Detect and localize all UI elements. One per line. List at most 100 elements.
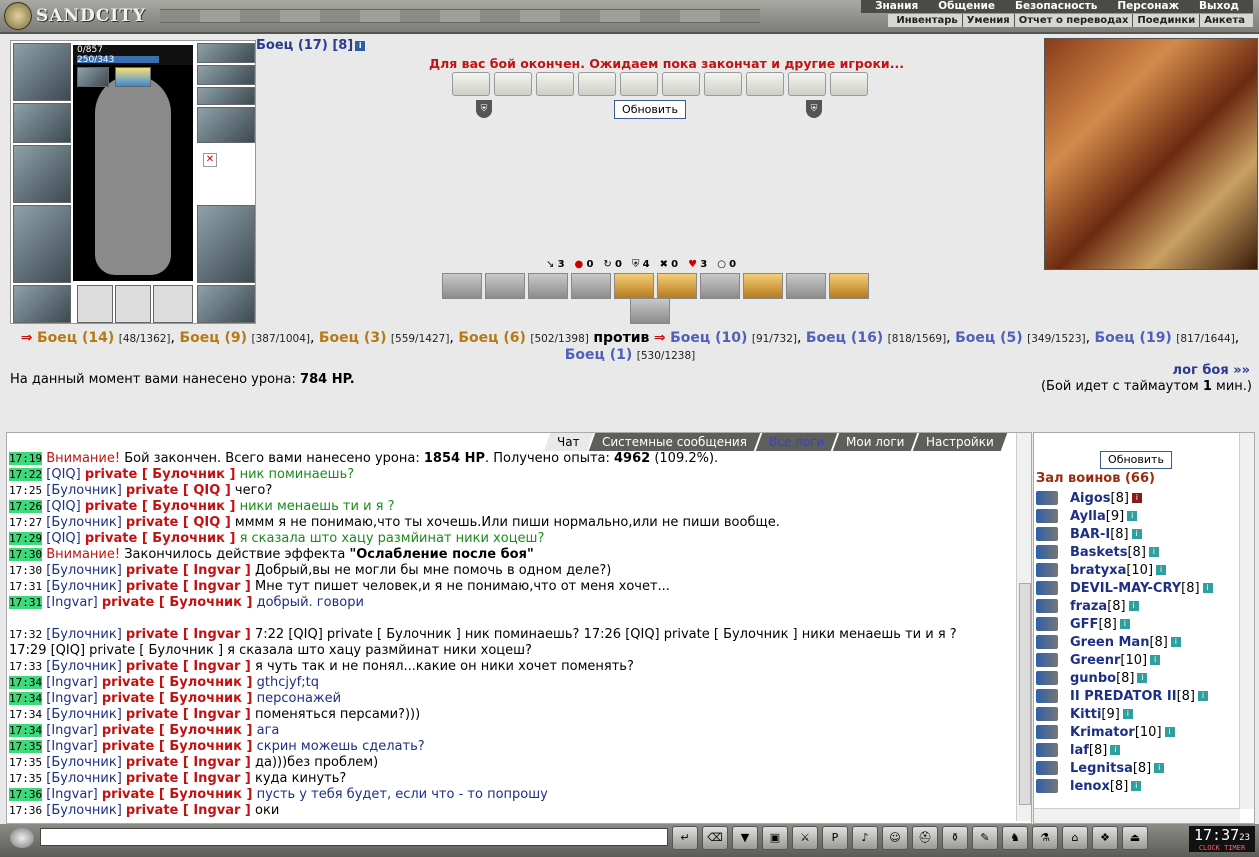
player-info-icon[interactable]: i [1150,655,1161,665]
chat-private-target[interactable]: private [ Ingvar ] [126,755,251,770]
player-info-icon[interactable]: i [1202,583,1213,593]
chat-author[interactable]: [QIQ] [46,499,85,514]
pants-slot-icon[interactable] [197,205,255,283]
submenu-skills[interactable]: Умения [963,14,1015,27]
send-icon[interactable]: ↵ [672,826,698,850]
player-info-icon[interactable]: i [1119,619,1130,629]
tab-my-logs[interactable]: Мои логи [832,433,918,451]
weapon-slot-icon[interactable] [197,43,255,63]
chat-timestamp[interactable]: 17:35 [9,740,43,753]
scroll-icon[interactable]: ✎ [972,826,998,850]
player-invite-icon[interactable] [1036,545,1058,559]
player-item[interactable]: Greenr [10] i [1036,651,1236,669]
chat-private-target[interactable]: private [ Булочник ] [102,595,253,610]
player-item[interactable]: Krimator [10] i [1036,723,1236,741]
player-invite-icon[interactable] [1036,563,1058,577]
chat-timestamp[interactable]: 17:25 [9,484,42,497]
chat-scrollbar[interactable] [1016,433,1031,821]
chat-private-target[interactable]: private [ Ingvar ] [126,803,251,818]
submenu-profile[interactable]: Анкета [1200,14,1249,27]
team1-fighter[interactable]: Боец (3) [319,330,387,346]
chat-scroll-thumb[interactable] [1019,583,1031,805]
team2-fighter[interactable]: Боец (16) [806,330,883,346]
attack-icon[interactable]: ⚔ [792,826,818,850]
chat-timestamp[interactable]: 17:30 [9,564,42,577]
skill-icon[interactable] [442,273,482,299]
chat-author[interactable]: [Ingvar] [46,691,102,706]
chat-timestamp[interactable]: 17:34 [9,708,42,721]
skill-icon[interactable] [829,273,869,299]
translit-icon[interactable]: P [822,826,848,850]
player-item[interactable]: gunbo [8] i [1036,669,1236,687]
chat-author[interactable]: [Булочник] [46,627,126,642]
team2-fighter[interactable]: Боец (10) [670,330,747,346]
chat-author[interactable]: [Ingvar] [46,739,102,754]
player-info-icon[interactable]: i [1122,709,1133,719]
player-name[interactable]: gunbo [1070,671,1116,686]
empty-slot-icon[interactable] [77,285,113,323]
gift-icon[interactable]: ❖ [1092,826,1118,850]
skill-icon[interactable] [614,273,654,299]
shop-icon[interactable]: ⌂ [1062,826,1088,850]
chat-timestamp[interactable]: 17:27 [9,516,42,529]
tab-settings[interactable]: Настройки [912,433,1008,451]
logo[interactable]: SANDCITY [4,2,146,30]
chat-timestamp[interactable]: 17:34 [9,676,43,689]
team2-fighter[interactable]: Боец (19) [1095,330,1172,346]
helmet-slot-icon[interactable] [13,43,71,101]
tab-system[interactable]: Системные сообщения [588,433,760,451]
player-item[interactable]: Kitti [9] i [1036,705,1236,723]
chat-author[interactable]: [Ingvar] [46,675,102,690]
helmet-icon[interactable]: ⛑ [912,826,938,850]
chat-author[interactable]: [Булочник] [46,515,126,530]
team1-fighter[interactable]: Боец (9) [179,330,247,346]
player-info-icon[interactable]: i [1164,727,1175,737]
chat-input[interactable] [40,828,668,846]
chat-private-target[interactable]: private [ Булочник ] [102,691,253,706]
skill-icon[interactable] [485,273,525,299]
player-info-icon[interactable]: i [1148,547,1159,557]
player-invite-icon[interactable] [1036,689,1058,703]
empty-slot-icon[interactable] [115,285,151,323]
player-name[interactable]: Legnitsa [1070,761,1133,776]
player-invite-icon[interactable] [1036,779,1058,793]
player-item[interactable]: Baskets [8] i [1036,543,1236,561]
scroll-slot[interactable] [704,72,742,96]
skill-icon[interactable] [630,298,670,324]
player-info-icon[interactable]: i [1128,601,1139,611]
chat-author[interactable]: [QIQ] [46,531,85,546]
player-name[interactable]: Krimator [1070,725,1135,740]
armor-slot-icon[interactable] [13,205,71,283]
character-name[interactable]: Боец (17) [8] i [256,38,366,53]
gloves-slot-icon[interactable] [13,103,71,143]
scroll-slot[interactable] [452,72,490,96]
chat-private-target[interactable]: private [ Булочник ] [85,499,236,514]
chat-timestamp[interactable]: 17:31 [9,596,43,609]
player-name[interactable]: BAR-I [1070,527,1110,542]
chat-private-target[interactable]: private [ Булочник ] [85,467,236,482]
chat-timestamp[interactable]: 17:34 [9,692,43,705]
skill-icon[interactable] [571,273,611,299]
player-item[interactable]: Green Man [8] i [1036,633,1236,651]
player-name[interactable]: Aigos [1070,491,1111,506]
menu-item-character[interactable]: Персонаж [1107,0,1189,13]
menu-item-knowledge[interactable]: Знания [865,0,928,13]
clear-icon[interactable]: ⌫ [702,826,728,850]
chat-timestamp[interactable]: 17:33 [9,660,42,673]
scroll-slot[interactable] [494,72,532,96]
filter-icon[interactable]: ▼ [732,826,758,850]
team1-fighter[interactable]: Боец (6) [458,330,526,346]
player-invite-icon[interactable] [1036,617,1058,631]
chat-private-target[interactable]: private [ Ingvar ] [126,707,251,722]
player-invite-icon[interactable] [1036,581,1058,595]
team2-fighter[interactable]: Боец (1) [565,347,633,363]
chat-timestamp[interactable]: 17:29 [9,532,43,545]
chat-private-target[interactable]: private [ Булочник ] [102,787,253,802]
skill-icon[interactable] [657,273,697,299]
chat-timestamp[interactable]: 17:19 [9,452,43,465]
chat-timestamp[interactable]: 17:31 [9,580,42,593]
tab-all-logs[interactable]: Все логи [755,433,837,451]
player-item[interactable]: II PREDATOR II [8] i [1036,687,1236,705]
player-name[interactable]: GFF [1070,617,1098,632]
skill-icon[interactable] [700,273,740,299]
